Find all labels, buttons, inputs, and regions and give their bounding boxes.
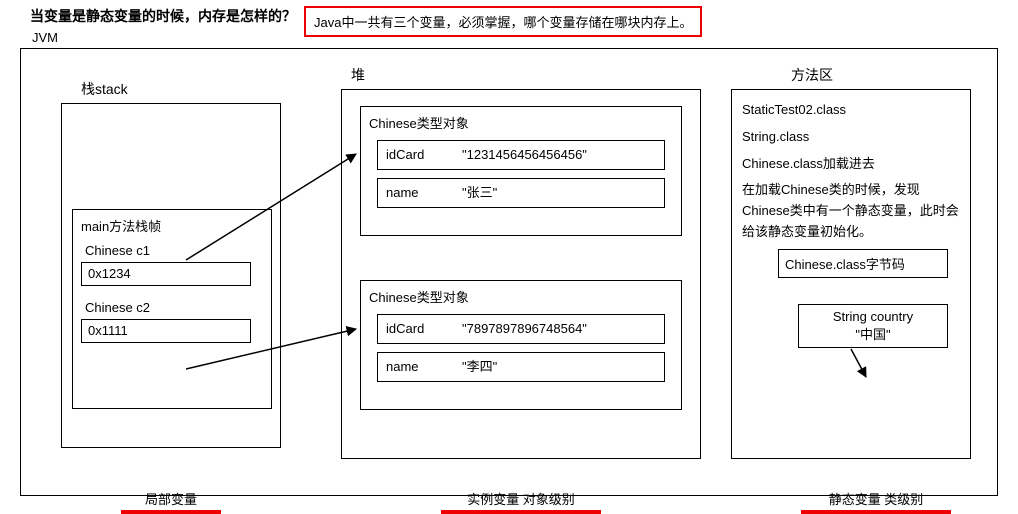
footer-method-text: 静态变量 类级别 bbox=[801, 489, 951, 508]
method-area-box: StaticTest02.class String.class Chinese.… bbox=[731, 89, 971, 459]
stack-box: main方法栈帧 Chinese c1 0x1234 Chinese c2 0x… bbox=[61, 103, 281, 448]
stack-label: 栈stack bbox=[81, 79, 128, 99]
footer-heap-text: 实例变量 对象级别 bbox=[441, 489, 601, 508]
main-stack-frame: main方法栈帧 Chinese c1 0x1234 Chinese c2 0x… bbox=[72, 209, 272, 409]
static-var-box: String country "中国" bbox=[798, 304, 948, 348]
object1-title: Chinese类型对象 bbox=[369, 113, 673, 132]
jvm-container: 栈stack 堆 方法区 main方法栈帧 Chinese c1 0x1234 … bbox=[20, 48, 998, 496]
method-line: Chinese.class加载进去 bbox=[742, 154, 960, 175]
footer-heap: 实例变量 对象级别 bbox=[441, 489, 601, 514]
field-name: name bbox=[378, 353, 458, 381]
var-c1-label: Chinese c1 bbox=[85, 243, 263, 258]
heap-box: Chinese类型对象 idCard "1231456456456456" na… bbox=[341, 89, 701, 459]
red-underline bbox=[801, 510, 951, 514]
var-c2-value: 0x1111 bbox=[81, 319, 251, 343]
object2-field-idcard: idCard "7897897896748564" bbox=[377, 314, 665, 344]
footer-stack: 局部变量 bbox=[121, 489, 221, 514]
var-c2-label: Chinese c2 bbox=[85, 300, 263, 315]
field-name: idCard bbox=[378, 141, 458, 169]
heap-object-1: Chinese类型对象 idCard "1231456456456456" na… bbox=[360, 106, 682, 236]
field-value: "张三" bbox=[458, 179, 664, 207]
heap-object-2: Chinese类型对象 idCard "7897897896748564" na… bbox=[360, 280, 682, 410]
callout-box: Java中一共有三个变量，必须掌握，哪个变量存储在哪块内存上。 bbox=[304, 6, 702, 37]
static-var-value: "中国" bbox=[805, 324, 941, 343]
field-value: "1231456456456456" bbox=[458, 141, 664, 169]
frame-title: main方法栈帧 bbox=[81, 216, 263, 235]
title-question: 当变量是静态变量的时候，内存是怎样的？ bbox=[30, 6, 296, 26]
method-line: StaticTest02.class bbox=[742, 100, 960, 121]
footer-stack-text: 局部变量 bbox=[121, 489, 221, 508]
heap-label: 堆 bbox=[351, 65, 365, 85]
field-value: "李四" bbox=[458, 353, 664, 381]
object1-field-idcard: idCard "1231456456456456" bbox=[377, 140, 665, 170]
method-area-label: 方法区 bbox=[791, 65, 833, 85]
field-name: idCard bbox=[378, 315, 458, 343]
object2-title: Chinese类型对象 bbox=[369, 287, 673, 306]
red-underline bbox=[441, 510, 601, 514]
method-line: 在加载Chinese类的时候，发现Chinese类中有一个静态变量，此时会给该静… bbox=[742, 180, 960, 242]
field-value: "7897897896748564" bbox=[458, 315, 664, 343]
field-name: name bbox=[378, 179, 458, 207]
var-c1-value: 0x1234 bbox=[81, 262, 251, 286]
static-var-decl: String country bbox=[805, 309, 941, 324]
red-underline bbox=[121, 510, 221, 514]
object2-field-name: name "李四" bbox=[377, 352, 665, 382]
method-line: String.class bbox=[742, 127, 960, 148]
object1-field-name: name "张三" bbox=[377, 178, 665, 208]
footer-method: 静态变量 类级别 bbox=[801, 489, 951, 514]
jvm-label: JVM bbox=[32, 30, 58, 45]
bytecode-box: Chinese.class字节码 bbox=[778, 249, 948, 278]
